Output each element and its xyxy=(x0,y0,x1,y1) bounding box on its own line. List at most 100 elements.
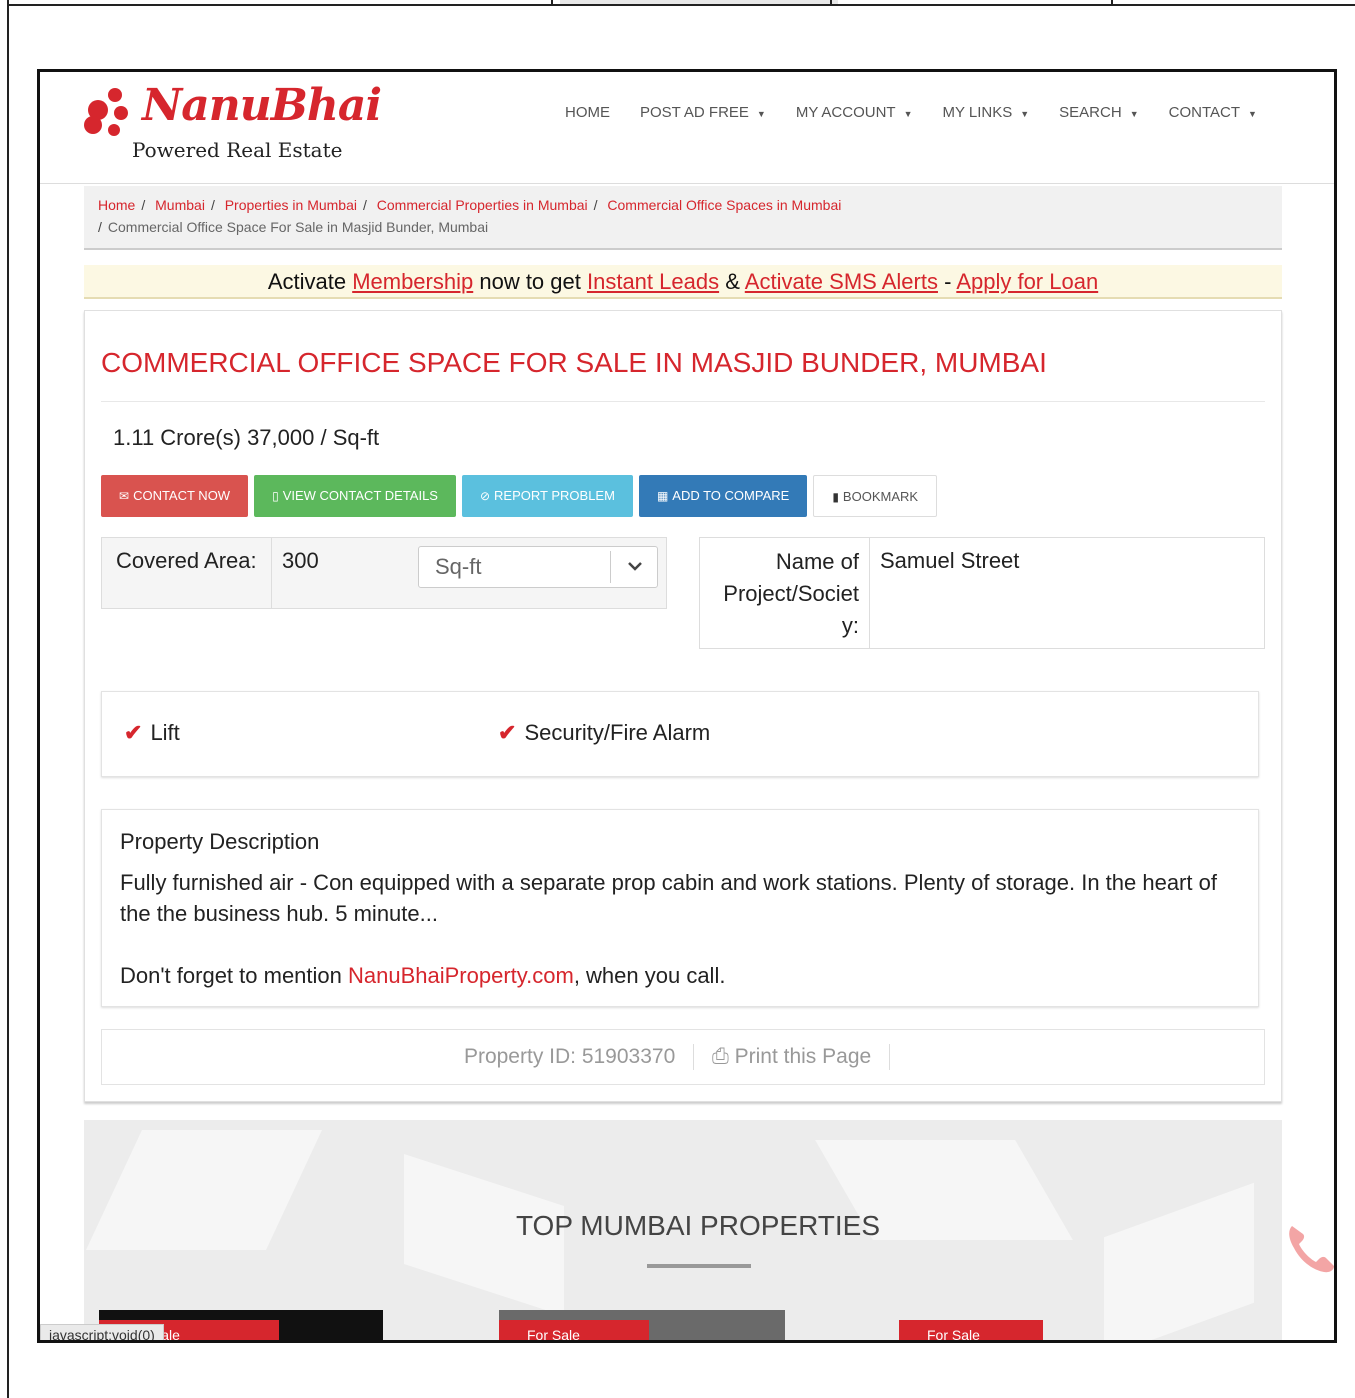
breadcrumb-mumbai[interactable]: Mumbai xyxy=(155,197,205,213)
bookmark-button[interactable]: ▮ BOOKMARK xyxy=(813,475,938,517)
nav-my-account[interactable]: MY ACCOUNT ▼ xyxy=(781,102,928,124)
top-tab-divider xyxy=(830,0,832,6)
breadcrumb: Home / Mumbai / Properties in Mumbai / Comm… xyxy=(84,186,1282,250)
amenity-item: ✔ Lift xyxy=(124,720,180,746)
project-name-row: Name of Project/Societ y: Samuel Street xyxy=(699,537,1265,649)
envelope-icon: ✉ xyxy=(119,489,130,503)
action-buttons: ✉ CONTACT NOW ▯ VIEW CONTACT DETAILS ⊘ REPO… xyxy=(101,475,938,517)
nav-label: MY ACCOUNT xyxy=(795,104,896,121)
sms-alerts-link[interactable]: Activate SMS Alerts xyxy=(745,269,938,294)
phone-icon[interactable] xyxy=(1286,1222,1336,1276)
browser-viewport: NanuBhai Powered Real Estate HOME POST A… xyxy=(37,69,1337,1343)
amenity-item: ✔ Security/Fire Alarm xyxy=(498,720,710,746)
breadcrumb-separator: / xyxy=(210,197,215,213)
main-nav: HOME POST AD FREE ▼ MY ACCOUNT ▼ MY LINKS ▼… xyxy=(550,102,1272,124)
nav-label: HOME xyxy=(565,104,610,121)
nav-label: SEARCH xyxy=(1059,104,1122,121)
property-id: Property ID: 51903370 xyxy=(463,1045,676,1068)
divider xyxy=(101,401,1265,402)
caret-down-icon: ▼ xyxy=(1248,109,1257,119)
mention-text: , when you call. xyxy=(573,963,726,988)
property-description: Property Description Fully furnished air… xyxy=(101,809,1259,1007)
print-label: Print this Page xyxy=(734,1045,872,1068)
covered-area-row: Covered Area: 300 Sq-ft xyxy=(101,537,667,609)
top-properties-section: TOP MUMBAI PROPERTIES For Sale For Sale … xyxy=(84,1120,1282,1340)
breadcrumb-current: Commercial Office Space For Sale in Masj… xyxy=(107,219,489,235)
property-card[interactable]: For Sale xyxy=(499,1310,785,1340)
nav-my-links[interactable]: MY LINKS ▼ xyxy=(928,102,1045,124)
alert-text: & xyxy=(719,269,745,294)
button-label: ADD TO COMPARE xyxy=(672,488,790,503)
button-label: CONTACT NOW xyxy=(133,488,231,503)
top-tab-strip xyxy=(7,0,1355,6)
membership-alert: Activate Membership now to get Instant L… xyxy=(84,265,1282,299)
print-icon: ⎙ xyxy=(711,1045,729,1068)
area-unit-select[interactable]: Sq-ft xyxy=(418,546,658,588)
top-tab-divider xyxy=(1111,0,1113,6)
covered-area-value: 300 xyxy=(282,548,319,573)
label-line: y: xyxy=(841,613,859,638)
amenity-label: Lift xyxy=(150,720,180,745)
amenity-label: Security/Fire Alarm xyxy=(524,720,711,745)
top-tab-active xyxy=(560,0,838,4)
nav-search[interactable]: SEARCH ▼ xyxy=(1044,102,1153,124)
caret-down-icon: ▼ xyxy=(1020,109,1030,119)
check-icon: ✔ xyxy=(498,720,517,745)
description-text: Fully furnished air - Con equipped with … xyxy=(120,870,1217,926)
report-problem-button[interactable]: ⊘ REPORT PROBLEM xyxy=(461,475,633,517)
bookmark-icon: ▮ xyxy=(832,490,839,504)
section-title: TOP MUMBAI PROPERTIES xyxy=(515,1210,881,1241)
breadcrumb-separator: / xyxy=(363,197,367,213)
divider xyxy=(693,1044,695,1071)
nav-home[interactable]: HOME xyxy=(550,102,625,124)
project-name-value: Samuel Street xyxy=(880,548,1020,573)
chevron-down-icon xyxy=(628,562,642,571)
add-to-compare-button[interactable]: ▦ ADD TO COMPARE xyxy=(638,475,808,517)
sale-tag: For Sale xyxy=(499,1320,649,1340)
nav-contact[interactable]: CONTACT ▼ xyxy=(1154,102,1272,124)
print-page-link[interactable]: ⎙ Print this Page xyxy=(712,1045,871,1068)
breadcrumb-office-spaces[interactable]: Commercial Office Spaces in Mumbai xyxy=(607,197,841,213)
label-line: Name of xyxy=(775,549,859,574)
logo-tagline: Powered Real Estate xyxy=(132,138,343,162)
divider xyxy=(889,1044,891,1071)
contact-now-button[interactable]: ✉ CONTACT NOW xyxy=(101,475,249,517)
nav-label: MY LINKS xyxy=(942,104,1013,121)
logo-mark-icon xyxy=(84,88,136,140)
description-title: Property Description xyxy=(120,829,320,854)
caret-down-icon: ▼ xyxy=(1129,109,1139,119)
site-link[interactable]: NanuBhaiProperty.com xyxy=(348,963,574,988)
ban-icon: ⊘ xyxy=(479,489,491,503)
view-contact-details-button[interactable]: ▯ VIEW CONTACT DETAILS xyxy=(254,475,456,517)
sale-tag: For Sale xyxy=(899,1320,1043,1340)
mobile-icon: ▯ xyxy=(272,489,279,503)
apply-loan-link[interactable]: Apply for Loan xyxy=(956,269,1098,294)
caret-down-icon: ▼ xyxy=(756,109,766,119)
nav-post-ad-free[interactable]: POST AD FREE ▼ xyxy=(625,102,781,124)
membership-link[interactable]: Membership xyxy=(352,269,473,294)
property-panel: COMMERCIAL OFFICE SPACE FOR SALE IN MASJ… xyxy=(84,310,1282,1102)
button-label: VIEW CONTACT DETAILS xyxy=(282,488,438,503)
property-card[interactable]: For Sale xyxy=(899,1310,1189,1340)
table-icon: ▦ xyxy=(656,489,669,503)
label-line: Project/Societ xyxy=(723,581,859,606)
area-unit-value: Sq-ft xyxy=(435,554,482,579)
top-tab-divider xyxy=(551,0,553,6)
amenities-box: ✔ Lift ✔ Security/Fire Alarm xyxy=(101,691,1259,777)
breadcrumb-separator: / xyxy=(98,219,102,235)
site-logo[interactable]: NanuBhai Powered Real Estate xyxy=(84,80,384,172)
property-price: 1.11 Crore(s) 37,000 / Sq-ft xyxy=(113,425,380,450)
covered-area-label: Covered Area: xyxy=(102,538,272,608)
select-divider xyxy=(610,551,611,583)
breadcrumb-properties[interactable]: Properties in Mumbai xyxy=(225,197,357,213)
breadcrumb-separator: / xyxy=(141,197,146,213)
instant-leads-link[interactable]: Instant Leads xyxy=(587,269,719,294)
nav-label: CONTACT xyxy=(1168,104,1240,121)
breadcrumb-home[interactable]: Home xyxy=(98,197,135,213)
breadcrumb-commercial[interactable]: Commercial Properties in Mumbai xyxy=(377,197,588,213)
site-header: NanuBhai Powered Real Estate HOME POST A… xyxy=(40,72,1334,184)
mention-line: Don't forget to mention NanuBhaiProperty… xyxy=(120,960,1240,991)
page-title: COMMERCIAL OFFICE SPACE FOR SALE IN MASJ… xyxy=(101,347,1047,378)
property-footer: Property ID: 51903370 ⎙ Print this Page xyxy=(101,1029,1265,1085)
alert-text: - xyxy=(937,269,957,294)
